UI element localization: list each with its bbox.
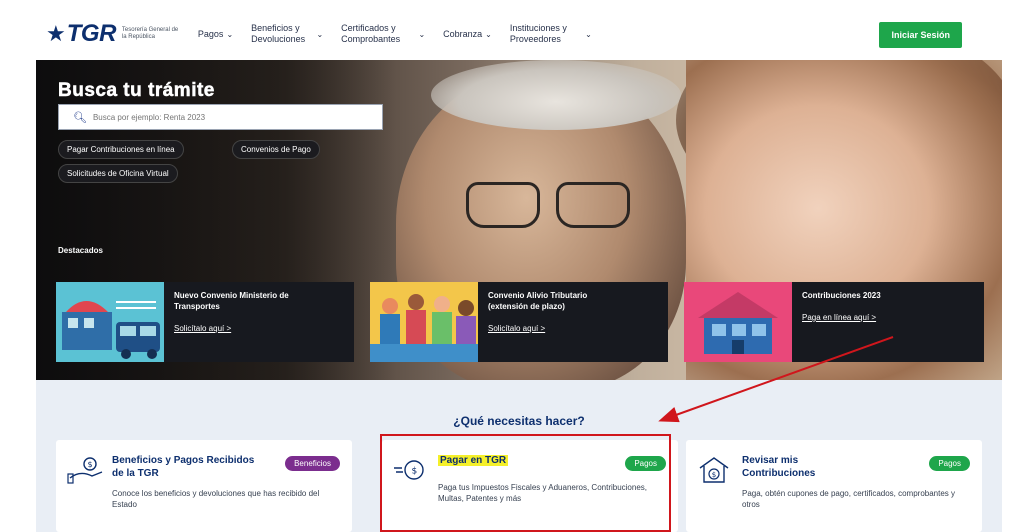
annotation-arrow [658,336,894,423]
